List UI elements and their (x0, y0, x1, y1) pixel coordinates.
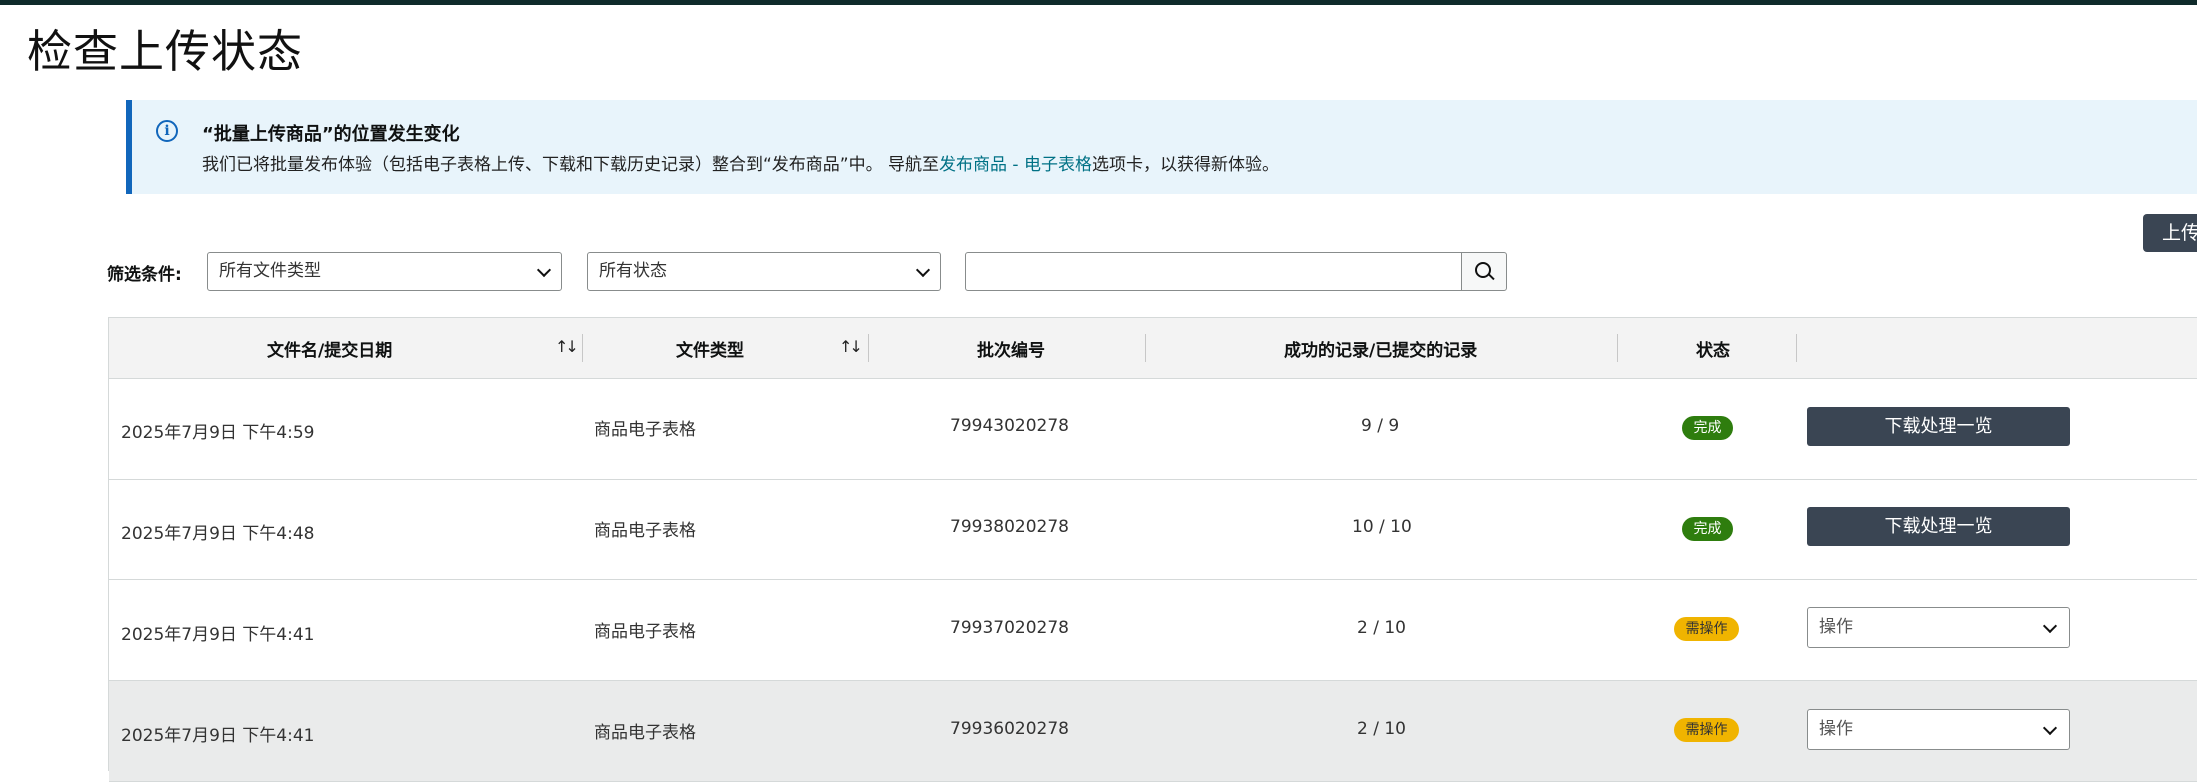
banner-text-before: 我们已将批量发布体验（包括电子表格上传、下载和下载历史记录）整合到“发布商品”中… (202, 155, 940, 175)
status-badge: 完成 (1682, 416, 1733, 440)
row-date: 2025年7月9日 下午4:48 (121, 524, 315, 544)
banner-text: 我们已将批量发布体验（包括电子表格上传、下载和下载历史记录）整合到“发布商品”中… (202, 150, 1279, 175)
table-row: 2025年7月9日 下午4:41 商品电子表格 79936020278 2 / … (109, 681, 2197, 782)
status-badge: 需操作 (1674, 617, 1739, 641)
row-batch: 79943020278 (950, 416, 1069, 436)
column-divider (868, 334, 869, 362)
action-select[interactable]: 操作 (1807, 607, 2070, 648)
action-select-value: 操作 (1819, 719, 1853, 739)
banner-link[interactable]: 发布商品 - 电子表格 (939, 155, 1092, 175)
info-icon: i (156, 120, 178, 142)
row-batch: 79936020278 (950, 719, 1069, 739)
row-records: 2 / 10 (1357, 719, 1406, 739)
search-input[interactable] (965, 252, 1462, 291)
banner-title: “批量上传商品”的位置发生变化 (202, 124, 460, 145)
download-report-button[interactable]: 下载处理一览 (1807, 507, 2070, 546)
sort-icon[interactable]: ↑↓ (555, 337, 579, 356)
row-records: 10 / 10 (1352, 517, 1412, 537)
sort-icon[interactable]: ↑↓ (839, 337, 863, 356)
row-records: 9 / 9 (1361, 416, 1400, 436)
header-batch: 批次编号 (977, 341, 1045, 361)
filter-label: 筛选条件: (107, 265, 182, 285)
search-icon (1475, 262, 1491, 278)
table-row: 2025年7月9日 下午4:41 商品电子表格 79937020278 2 / … (109, 580, 2197, 681)
header-filetype[interactable]: 文件类型 (676, 336, 744, 361)
file-type-select[interactable]: 所有文件类型 (207, 252, 562, 291)
row-type: 商品电子表格 (594, 622, 696, 642)
row-type: 商品电子表格 (594, 521, 696, 541)
status-badge: 需操作 (1674, 718, 1739, 742)
top-bar (0, 0, 2197, 5)
chevron-down-icon (915, 262, 931, 278)
page-title: 检查上传状态 (27, 25, 304, 78)
row-date: 2025年7月9日 下午4:41 (121, 726, 315, 746)
column-divider (1796, 334, 1797, 362)
header-records: 成功的记录/已提交的记录 (1284, 341, 1478, 361)
row-records: 2 / 10 (1357, 618, 1406, 638)
row-batch: 79938020278 (950, 517, 1069, 537)
row-date: 2025年7月9日 下午4:59 (121, 423, 315, 443)
file-type-value: 所有文件类型 (219, 261, 321, 281)
action-select[interactable]: 操作 (1807, 709, 2070, 750)
row-date: 2025年7月9日 下午4:41 (121, 625, 315, 645)
header-status: 状态 (1696, 341, 1730, 361)
table-row: 2025年7月9日 下午4:48 商品电子表格 79938020278 10 /… (109, 479, 2197, 580)
status-badge: 完成 (1682, 517, 1733, 541)
upload-button[interactable]: 上传 (2143, 214, 2197, 252)
column-divider (1145, 334, 1146, 362)
upload-status-table: 文件名/提交日期 ↑↓ 文件类型 ↑↓ 批次编号 成功的记录/已提交的记录 状态… (108, 317, 2197, 782)
status-select[interactable]: 所有状态 (587, 252, 941, 291)
chevron-down-icon (536, 262, 552, 278)
download-report-button[interactable]: 下载处理一览 (1807, 407, 2070, 446)
column-divider (1617, 334, 1618, 362)
search-button[interactable] (1461, 252, 1507, 291)
status-value: 所有状态 (599, 261, 667, 281)
row-type: 商品电子表格 (594, 723, 696, 743)
chevron-down-icon (2042, 618, 2058, 634)
info-banner: i “批量上传商品”的位置发生变化 我们已将批量发布体验（包括电子表格上传、下载… (126, 100, 2197, 194)
action-select-value: 操作 (1819, 617, 1853, 637)
table-header: 文件名/提交日期 ↑↓ 文件类型 ↑↓ 批次编号 成功的记录/已提交的记录 状态 (109, 318, 2197, 379)
row-batch: 79937020278 (950, 618, 1069, 638)
banner-text-after: 选项卡，以获得新体验。 (1091, 155, 1279, 175)
column-divider (582, 334, 583, 362)
row-type: 商品电子表格 (594, 420, 696, 440)
table-row: 2025年7月9日 下午4:59 商品电子表格 79943020278 9 / … (109, 379, 2197, 480)
chevron-down-icon (2042, 720, 2058, 736)
header-filename[interactable]: 文件名/提交日期 (267, 336, 392, 361)
